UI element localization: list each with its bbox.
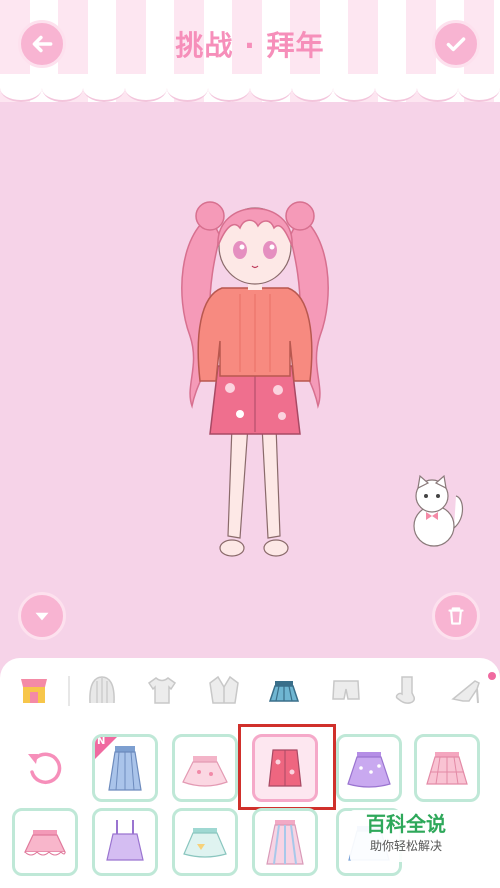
game-screen: 挑战 · 拜年 N 百科全说 助你轻松解决 — [0, 0, 500, 888]
pastel-stripe-skirt — [266, 820, 304, 865]
delete-button[interactable] — [432, 592, 480, 640]
shorts-icon — [332, 680, 360, 700]
jacket-icon — [209, 675, 239, 704]
watermark: 百科全说 助你轻松解决 — [350, 810, 462, 862]
arrow-left-icon — [32, 35, 53, 53]
skirt-icon — [268, 681, 300, 702]
tab-pants[interactable] — [326, 670, 366, 710]
collapse-panel-button[interactable] — [18, 592, 66, 640]
sock-icon — [395, 676, 416, 704]
pink-frill-skirt — [24, 830, 66, 856]
white-cat-pet — [413, 474, 464, 547]
skirt-item[interactable] — [336, 734, 402, 802]
pink-tutu-skirt — [182, 756, 228, 787]
tab-coat[interactable] — [204, 670, 244, 710]
skirt-item[interactable] — [92, 808, 158, 876]
tshirt-icon — [147, 677, 177, 704]
skirt-item[interactable] — [414, 734, 480, 802]
tab-top[interactable] — [142, 670, 182, 710]
lavender-suspender-skirt — [106, 820, 144, 861]
skirt-item[interactable] — [172, 808, 238, 876]
page-title: 挑战 · 拜年 — [175, 29, 325, 62]
back-button[interactable] — [18, 20, 66, 68]
mint-layered-skirt — [183, 828, 227, 858]
tab-socks[interactable] — [386, 670, 426, 710]
tab-divider — [68, 676, 70, 706]
checkmark-icon — [446, 37, 466, 52]
skirt-item[interactable] — [12, 808, 78, 876]
heel-icon — [451, 680, 480, 704]
trash-icon — [448, 607, 464, 625]
skirt-item[interactable] — [172, 734, 238, 802]
tab-shop[interactable] — [14, 670, 54, 710]
tab-hair[interactable] — [82, 670, 122, 710]
watermark-subtitle: 助你轻松解决 — [369, 839, 442, 853]
new-badge-label: N — [97, 736, 106, 747]
reset-icon[interactable] — [22, 746, 66, 790]
purple-polka-skirt — [347, 752, 391, 788]
tab-shoes[interactable] — [446, 670, 486, 710]
watermark-title: 百科全说 — [366, 812, 446, 836]
hair-icon — [89, 676, 115, 704]
chevron-down-icon — [35, 612, 49, 621]
shop-icon — [21, 679, 47, 703]
tab-skirt[interactable] — [264, 670, 304, 710]
awning-scallop — [0, 74, 500, 104]
pink-plaid-skirt — [426, 752, 468, 785]
skirt-item[interactable] — [252, 808, 318, 876]
doll-character — [181, 201, 329, 557]
selection-highlight — [238, 724, 336, 810]
skirt-item[interactable]: N — [92, 734, 158, 802]
notification-dot — [488, 672, 496, 680]
confirm-button[interactable] — [432, 20, 480, 68]
